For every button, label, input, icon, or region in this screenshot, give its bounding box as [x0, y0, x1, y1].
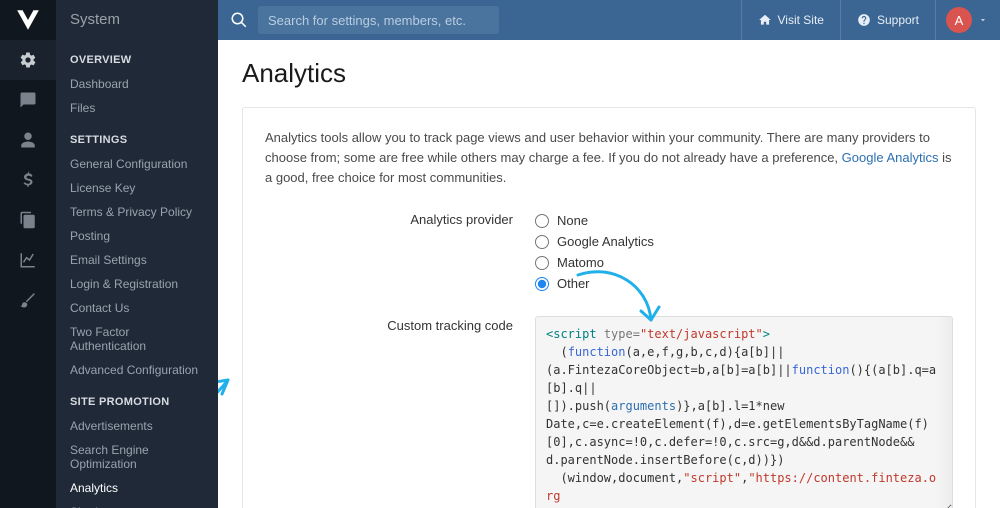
google-analytics-link[interactable]: Google Analytics [842, 150, 939, 165]
sidebar-item-posting[interactable]: Posting [56, 224, 218, 248]
sidebar-item-sharing[interactable]: Sharing [56, 500, 218, 508]
sidebar-item-ads[interactable]: Advertisements [56, 414, 218, 438]
provider-none-radio[interactable] [535, 214, 549, 228]
provider-label: Analytics provider [265, 210, 535, 294]
annotation-arrow-1 [218, 370, 238, 460]
sidebar-item-seo[interactable]: Search Engine Optimization [56, 438, 218, 476]
provider-google-radio[interactable] [535, 235, 549, 249]
brand-logo [0, 0, 56, 40]
sidebar-item-email[interactable]: Email Settings [56, 248, 218, 272]
rail-chart-icon[interactable] [0, 240, 56, 280]
support-label: Support [877, 13, 919, 27]
sidebar-item-license[interactable]: License Key [56, 176, 218, 200]
provider-other[interactable]: Other [535, 273, 953, 294]
rail-brush-icon[interactable] [0, 280, 56, 320]
code-label: Custom tracking code [265, 316, 535, 508]
content: Analytics Analytics tools allow you to t… [218, 40, 1000, 508]
avatar: A [946, 7, 972, 33]
chevron-down-icon [978, 15, 988, 25]
home-icon [758, 13, 772, 27]
visit-site-label: Visit Site [778, 13, 824, 27]
side-group-overview: OVERVIEW Dashboard Files [56, 40, 218, 120]
visit-site-link[interactable]: Visit Site [752, 13, 830, 27]
rail-dollar-icon[interactable] [0, 160, 56, 200]
rail-settings-icon[interactable] [0, 40, 56, 80]
rail-chat-icon[interactable] [0, 80, 56, 120]
side-group-promotion: SITE PROMOTION Advertisements Search Eng… [56, 382, 218, 508]
search-input[interactable] [258, 6, 499, 34]
side-group-title: SITE PROMOTION [56, 382, 218, 414]
sidebar: System OVERVIEW Dashboard Files SETTINGS… [56, 0, 218, 508]
brand-label: System [56, 0, 218, 40]
main: Visit Site Support A Analytics Analytics… [218, 0, 1000, 508]
provider-matomo-radio[interactable] [535, 256, 549, 270]
sidebar-item-dashboard[interactable]: Dashboard [56, 72, 218, 96]
sidebar-item-analytics[interactable]: Analytics [56, 476, 218, 500]
search-icon[interactable] [230, 11, 248, 29]
sidebar-item-advanced[interactable]: Advanced Configuration [56, 358, 218, 382]
page-title: Analytics [242, 58, 976, 89]
sidebar-item-login[interactable]: Login & Registration [56, 272, 218, 296]
topbar: Visit Site Support A [218, 0, 1000, 40]
settings-card: Analytics tools allow you to track page … [242, 107, 976, 508]
rail-copy-icon[interactable] [0, 200, 56, 240]
icon-rail [0, 0, 56, 508]
intro-text: Analytics tools allow you to track page … [265, 128, 953, 188]
provider-matomo[interactable]: Matomo [535, 252, 953, 273]
sidebar-item-terms[interactable]: Terms & Privacy Policy [56, 200, 218, 224]
rail-user-icon[interactable] [0, 120, 56, 160]
provider-none[interactable]: None [535, 210, 953, 231]
provider-options: None Google Analytics Matomo Other [535, 210, 953, 294]
support-link[interactable]: Support [851, 13, 925, 27]
provider-other-radio[interactable] [535, 277, 549, 291]
account-menu[interactable]: A [946, 7, 988, 33]
sidebar-item-2fa[interactable]: Two Factor Authentication [56, 320, 218, 358]
sidebar-item-general-config[interactable]: General Configuration [56, 152, 218, 176]
tracking-code-input[interactable]: <script type="text/javascript"> (functio… [535, 316, 953, 508]
provider-google[interactable]: Google Analytics [535, 231, 953, 252]
sidebar-item-files[interactable]: Files [56, 96, 218, 120]
sidebar-item-contact[interactable]: Contact Us [56, 296, 218, 320]
help-icon [857, 13, 871, 27]
side-group-title: SETTINGS [56, 120, 218, 152]
side-group-settings: SETTINGS General Configuration License K… [56, 120, 218, 382]
side-group-title: OVERVIEW [56, 40, 218, 72]
